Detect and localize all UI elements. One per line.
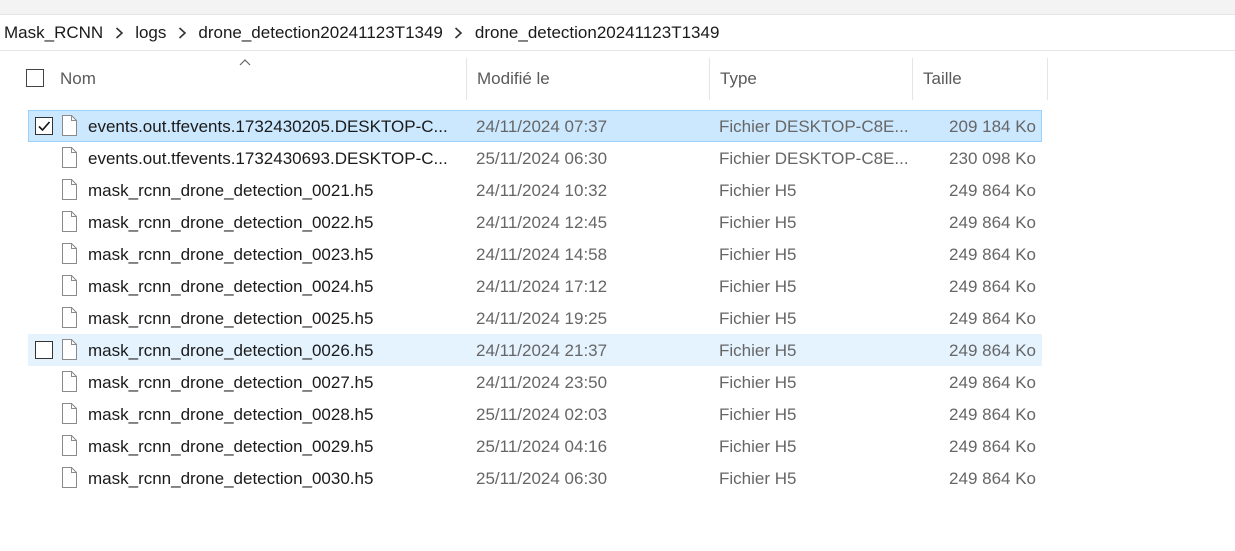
breadcrumb-item-current-folder[interactable]: drone_detection20241123T1349 — [470, 23, 725, 43]
file-size: 230 098 Ko — [949, 149, 1036, 168]
file-size: 249 864 Ko — [949, 341, 1036, 360]
row-checkbox[interactable] — [35, 341, 53, 359]
file-icon — [62, 115, 77, 136]
file-icon — [62, 211, 77, 232]
file-type: Fichier H5 — [719, 245, 797, 264]
file-row[interactable]: mask_rcnn_drone_detection_0024.h5 24/11/2… — [28, 270, 1042, 302]
file-row[interactable]: mask_rcnn_drone_detection_0026.h5 24/11/2… — [28, 334, 1042, 366]
file-modified: 25/11/2024 06:30 — [476, 469, 608, 488]
file-modified: 24/11/2024 10:32 — [476, 181, 608, 200]
file-modified: 24/11/2024 23:50 — [476, 373, 608, 392]
file-name: mask_rcnn_drone_detection_0029.h5 — [88, 437, 374, 456]
file-modified: 24/11/2024 21:37 — [476, 341, 608, 360]
breadcrumb-item-mask-rcnn[interactable]: Mask_RCNN — [0, 23, 108, 43]
file-row[interactable]: mask_rcnn_drone_detection_0023.h5 24/11/2… — [28, 238, 1042, 270]
file-icon — [62, 467, 77, 488]
column-header-modified[interactable]: Modifié le — [466, 58, 709, 100]
top-toolbar-strip — [0, 0, 1235, 15]
file-row[interactable]: mask_rcnn_drone_detection_0027.h5 24/11/2… — [28, 366, 1042, 398]
file-size: 249 864 Ko — [949, 469, 1036, 488]
file-name: mask_rcnn_drone_detection_0024.h5 — [88, 277, 374, 296]
file-row[interactable]: mask_rcnn_drone_detection_0030.h5 25/11/2… — [28, 462, 1042, 494]
file-row[interactable]: mask_rcnn_drone_detection_0028.h5 25/11/2… — [28, 398, 1042, 430]
file-size: 249 864 Ko — [949, 245, 1036, 264]
file-name: events.out.tfevents.1732430205.DESKTOP-C… — [88, 117, 448, 136]
file-type: Fichier DESKTOP-C8E... — [719, 117, 909, 136]
file-size: 249 864 Ko — [949, 309, 1036, 328]
file-size: 249 864 Ko — [949, 437, 1036, 456]
file-name: mask_rcnn_drone_detection_0021.h5 — [88, 181, 374, 200]
file-type: Fichier H5 — [719, 181, 797, 200]
file-icon — [62, 307, 77, 328]
file-name: mask_rcnn_drone_detection_0028.h5 — [88, 405, 374, 424]
column-header-size[interactable]: Taille — [912, 58, 1048, 100]
file-type: Fichier H5 — [719, 405, 797, 424]
column-header-name[interactable]: Nom — [50, 58, 466, 100]
breadcrumb-item-run-folder[interactable]: drone_detection20241123T1349 — [193, 23, 448, 43]
file-row[interactable]: events.out.tfevents.1732430205.DESKTOP-C… — [28, 110, 1042, 142]
chevron-right-icon[interactable] — [448, 23, 470, 43]
file-modified: 25/11/2024 04:16 — [476, 437, 608, 456]
file-type: Fichier H5 — [719, 469, 797, 488]
file-icon — [62, 339, 77, 360]
breadcrumb-item-logs[interactable]: logs — [130, 23, 171, 43]
file-size: 249 864 Ko — [949, 277, 1036, 296]
file-row[interactable]: mask_rcnn_drone_detection_0029.h5 25/11/2… — [28, 430, 1042, 462]
file-name: events.out.tfevents.1732430693.DESKTOP-C… — [88, 149, 448, 168]
file-name: mask_rcnn_drone_detection_0027.h5 — [88, 373, 374, 392]
file-row[interactable]: mask_rcnn_drone_detection_0025.h5 24/11/2… — [28, 302, 1042, 334]
file-type: Fichier H5 — [719, 437, 797, 456]
file-type: Fichier DESKTOP-C8E... — [719, 149, 909, 168]
file-icon — [62, 403, 77, 424]
file-size: 249 864 Ko — [949, 405, 1036, 424]
file-type: Fichier H5 — [719, 309, 797, 328]
file-modified: 25/11/2024 06:30 — [476, 149, 608, 168]
file-icon — [62, 275, 77, 296]
file-icon — [62, 371, 77, 392]
file-row[interactable]: events.out.tfevents.1732430693.DESKTOP-C… — [28, 142, 1042, 174]
chevron-right-icon[interactable] — [108, 23, 130, 43]
checkmark-icon — [38, 121, 51, 132]
file-list: events.out.tfevents.1732430205.DESKTOP-C… — [28, 110, 1042, 494]
file-icon — [62, 179, 77, 200]
file-modified: 24/11/2024 17:12 — [476, 277, 608, 296]
file-name: mask_rcnn_drone_detection_0023.h5 — [88, 245, 374, 264]
file-size: 249 864 Ko — [949, 181, 1036, 200]
file-name: mask_rcnn_drone_detection_0025.h5 — [88, 309, 374, 328]
column-header-type[interactable]: Type — [709, 58, 912, 100]
file-name: mask_rcnn_drone_detection_0030.h5 — [88, 469, 374, 488]
file-type: Fichier H5 — [719, 341, 797, 360]
file-size: 209 184 Ko — [949, 117, 1036, 136]
file-modified: 25/11/2024 02:03 — [476, 405, 608, 424]
file-icon — [62, 147, 77, 168]
file-name: mask_rcnn_drone_detection_0026.h5 — [88, 341, 374, 360]
file-row[interactable]: mask_rcnn_drone_detection_0022.h5 24/11/2… — [28, 206, 1042, 238]
file-icon — [62, 435, 77, 456]
file-modified: 24/11/2024 14:58 — [476, 245, 608, 264]
file-type: Fichier H5 — [719, 373, 797, 392]
breadcrumb: Mask_RCNN logs drone_detection20241123T1… — [0, 15, 1235, 51]
file-row[interactable]: mask_rcnn_drone_detection_0021.h5 24/11/2… — [28, 174, 1042, 206]
file-modified: 24/11/2024 12:45 — [476, 213, 608, 232]
file-size: 249 864 Ko — [949, 373, 1036, 392]
chevron-right-icon[interactable] — [171, 23, 193, 43]
file-icon — [62, 243, 77, 264]
file-modified: 24/11/2024 07:37 — [476, 117, 608, 136]
file-size: 249 864 Ko — [949, 213, 1036, 232]
file-modified: 24/11/2024 19:25 — [476, 309, 608, 328]
column-header-row: Nom Modifié le Type Taille — [0, 58, 1050, 100]
row-checkbox[interactable] — [35, 117, 53, 135]
file-name: mask_rcnn_drone_detection_0022.h5 — [88, 213, 374, 232]
file-type: Fichier H5 — [719, 277, 797, 296]
file-type: Fichier H5 — [719, 213, 797, 232]
